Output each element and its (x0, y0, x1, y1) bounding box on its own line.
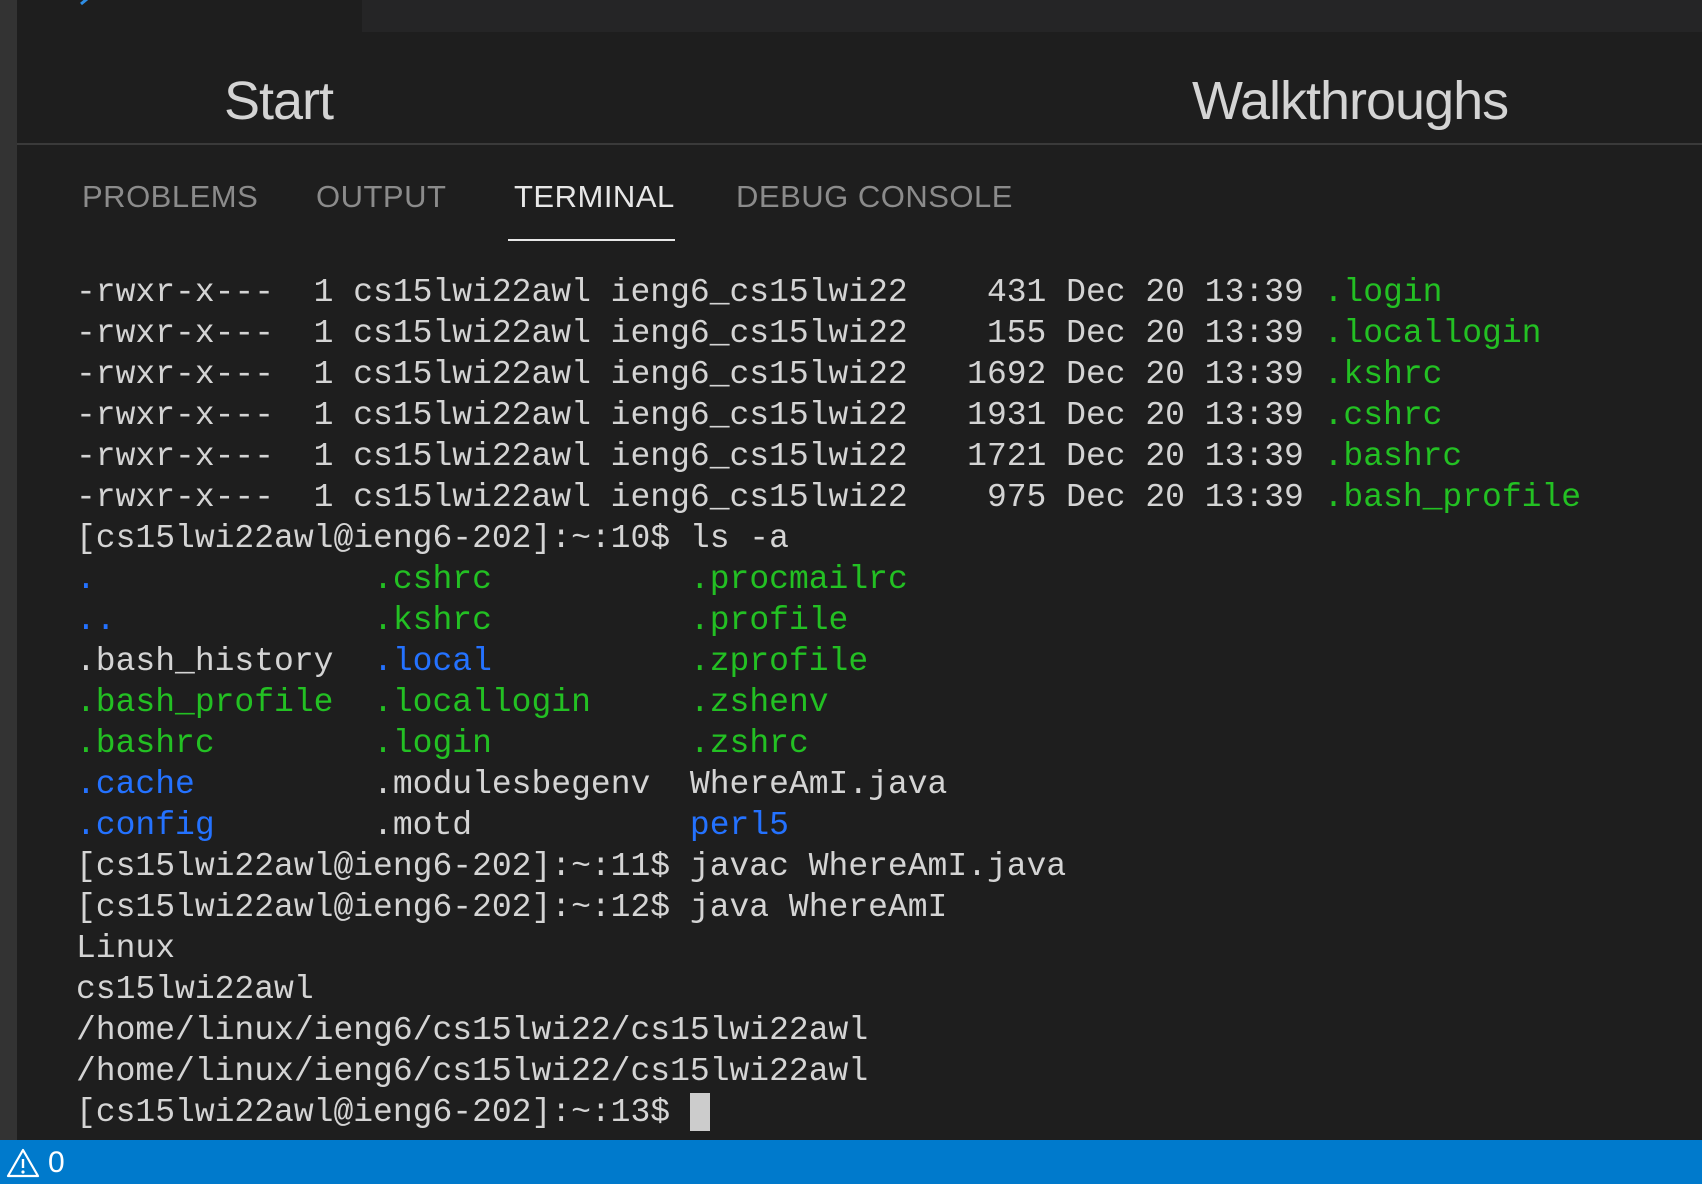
tab-problems[interactable]: PROBLEMS (82, 181, 258, 212)
activity-bar (0, 0, 17, 1140)
program-output-line: cs15lwi22awl (76, 969, 1676, 1010)
tab-terminal[interactable]: TERMINAL (514, 181, 675, 212)
terminal-output[interactable]: -rwxr-x--- 1 cs15lwi22awl ieng6_cs15lwi2… (76, 272, 1676, 1142)
ls-a-entry: .bash_profile (76, 684, 374, 721)
ls-a-row: .bash_profile .locallogin .zshenv (76, 682, 1676, 723)
tab-output[interactable]: OUTPUT (316, 181, 446, 212)
ls-a-row: .bash_history .local .zprofile (76, 641, 1676, 682)
ls-row-meta: -rwxr-x--- 1 cs15lwi22awl ieng6_cs15lwi2… (76, 479, 1324, 516)
ls-a-entry: perl5 (689, 807, 789, 844)
ls-a-entry: .zshrc (689, 725, 809, 762)
editor-tabs-bar (17, 0, 1702, 32)
prompt-line: [cs15lwi22awl@ieng6-202]:~:13$ (76, 1092, 1676, 1133)
output-text: Linux (76, 930, 176, 967)
ls-long-row: -rwxr-x--- 1 cs15lwi22awl ieng6_cs15lwi2… (76, 395, 1676, 436)
terminal-cursor (689, 1093, 710, 1131)
editor-tab-welcome[interactable] (17, 0, 362, 32)
output-text: cs15lwi22awl (76, 971, 314, 1008)
prompt-text: [cs15lwi22awl@ieng6-202]:~:12$ java Wher… (76, 889, 948, 926)
ls-a-entry: .motd (373, 807, 690, 844)
vscode-window: Start Walkthroughs PROBLEMS OUTPUT TERMI… (0, 0, 1702, 1184)
ls-row-meta: -rwxr-x--- 1 cs15lwi22awl ieng6_cs15lwi2… (76, 438, 1324, 475)
tab-debug-console[interactable]: DEBUG CONSOLE (736, 181, 1013, 212)
ls-row-filename: .bashrc (1323, 438, 1463, 475)
ls-a-entry: .locallogin (373, 684, 690, 721)
ls-a-entry: .bashrc (76, 725, 374, 762)
ls-a-entry: .procmailrc (689, 561, 908, 598)
prompt-text: [cs15lwi22awl@ieng6-202]:~:13$ (76, 1094, 690, 1131)
ls-a-row: .cache .modulesbegenv WhereAmI.java (76, 764, 1676, 805)
ls-a-entry: .profile (689, 602, 849, 639)
ls-a-entry: .. (76, 602, 374, 639)
status-warnings[interactable]: 0 (6, 1146, 65, 1180)
ls-row-filename: .bash_profile (1323, 479, 1582, 516)
ls-long-row: -rwxr-x--- 1 cs15lwi22awl ieng6_cs15lwi2… (76, 477, 1676, 518)
ls-long-row: -rwxr-x--- 1 cs15lwi22awl ieng6_cs15lwi2… (76, 313, 1676, 354)
welcome-page-header: Start Walkthroughs (17, 32, 1702, 145)
ls-row-meta: -rwxr-x--- 1 cs15lwi22awl ieng6_cs15lwi2… (76, 274, 1324, 311)
ls-row-filename: .cshrc (1323, 397, 1443, 434)
ls-row-filename: .kshrc (1323, 356, 1443, 393)
prompt-text: [cs15lwi22awl@ieng6-202]:~:10$ ls -a (76, 520, 789, 557)
ls-a-entry: .cshrc (373, 561, 690, 598)
ls-a-entry: .zshenv (689, 684, 829, 721)
ls-a-entry: .config (76, 807, 374, 844)
ls-long-row: -rwxr-x--- 1 cs15lwi22awl ieng6_cs15lwi2… (76, 272, 1676, 313)
ls-a-row: .bashrc .login .zshrc (76, 723, 1676, 764)
ls-row-meta: -rwxr-x--- 1 cs15lwi22awl ieng6_cs15lwi2… (76, 397, 1324, 434)
welcome-walkthroughs-title: Walkthroughs (1192, 71, 1509, 131)
welcome-start-title: Start (224, 71, 334, 131)
ls-a-entry: .kshrc (373, 602, 690, 639)
ls-a-row: . .cshrc .procmailrc (76, 559, 1676, 600)
ls-a-entry: .bash_history (76, 643, 374, 680)
prompt-text: [cs15lwi22awl@ieng6-202]:~:11$ javac Whe… (76, 848, 1067, 885)
ls-a-row: .. .kshrc .profile (76, 600, 1676, 641)
prompt-line: [cs15lwi22awl@ieng6-202]:~:12$ java Wher… (76, 887, 1676, 928)
output-text: /home/linux/ieng6/cs15lwi22/cs15lwi22awl (76, 1053, 869, 1090)
warning-icon (6, 1148, 40, 1178)
ls-a-entry: .zprofile (689, 643, 869, 680)
prompt-line: [cs15lwi22awl@ieng6-202]:~:10$ ls -a (76, 518, 1676, 559)
ls-row-meta: -rwxr-x--- 1 cs15lwi22awl ieng6_cs15lwi2… (76, 315, 1324, 352)
prompt-line: [cs15lwi22awl@ieng6-202]:~:11$ javac Whe… (76, 846, 1676, 887)
warnings-count: 0 (48, 1146, 65, 1179)
ls-a-entry: WhereAmI.java (689, 766, 948, 803)
vscode-logo-icon (80, 0, 89, 6)
active-tab-indicator (508, 239, 675, 241)
panel-tabs: PROBLEMS OUTPUT TERMINAL DEBUG CONSOLE (17, 145, 1702, 245)
ls-long-row: -rwxr-x--- 1 cs15lwi22awl ieng6_cs15lwi2… (76, 436, 1676, 477)
ls-a-entry: .local (373, 643, 690, 680)
ls-a-row: .config .motd perl5 (76, 805, 1676, 846)
output-text: /home/linux/ieng6/cs15lwi22/cs15lwi22awl (76, 1012, 869, 1049)
ls-row-meta: -rwxr-x--- 1 cs15lwi22awl ieng6_cs15lwi2… (76, 356, 1324, 393)
program-output-line: Linux (76, 928, 1676, 969)
ls-a-entry: .modulesbegenv (373, 766, 690, 803)
program-output-line: /home/linux/ieng6/cs15lwi22/cs15lwi22awl (76, 1051, 1676, 1092)
program-output-line: /home/linux/ieng6/cs15lwi22/cs15lwi22awl (76, 1010, 1676, 1051)
ls-long-row: -rwxr-x--- 1 cs15lwi22awl ieng6_cs15lwi2… (76, 354, 1676, 395)
ls-a-entry: .login (373, 725, 690, 762)
ls-a-entry: . (76, 561, 374, 598)
status-bar: 0 (0, 1140, 1702, 1184)
ls-a-entry: .cache (76, 766, 374, 803)
ls-row-filename: .login (1323, 274, 1443, 311)
ls-row-filename: .locallogin (1323, 315, 1542, 352)
